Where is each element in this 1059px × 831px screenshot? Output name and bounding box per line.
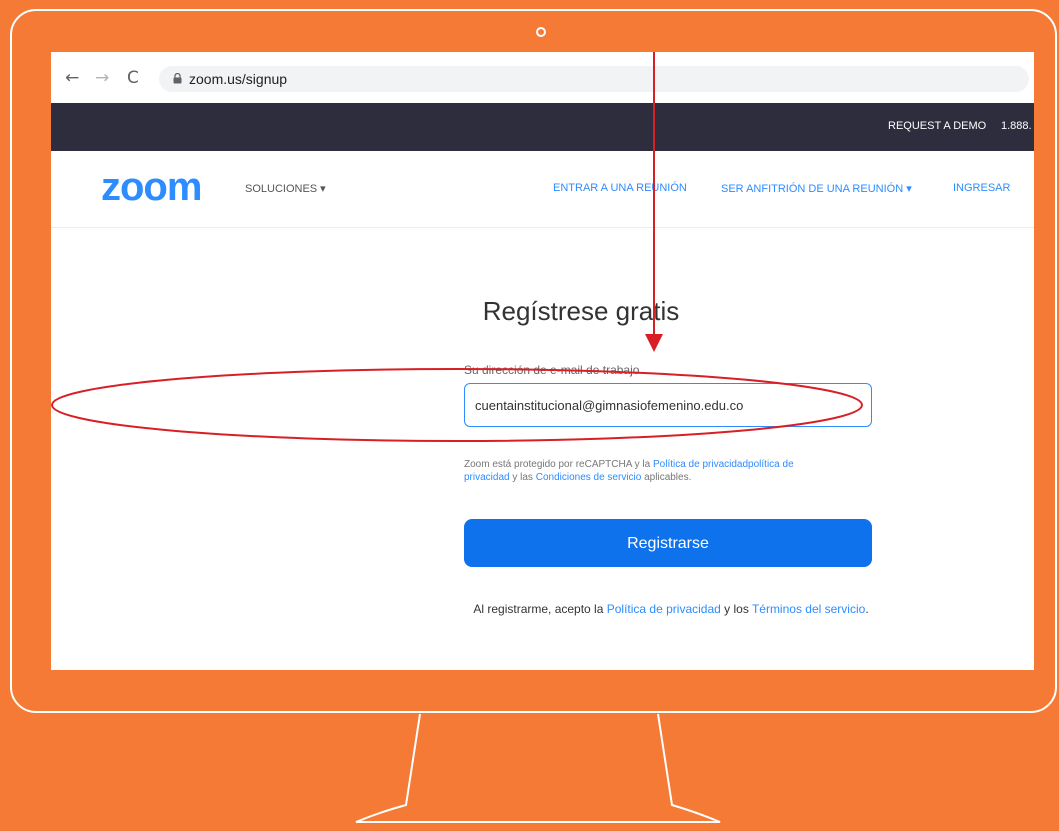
zoom-logo[interactable]: zoom	[101, 165, 202, 210]
captcha-note: Zoom está protegido por reCAPTCHA y la P…	[464, 459, 794, 483]
email-label: Su dirección de e-mail de trabajo	[464, 363, 640, 377]
sign-in-link[interactable]: INGRESAR	[953, 182, 1010, 194]
lock-icon	[173, 73, 182, 84]
register-button[interactable]: Registrarse	[464, 519, 872, 567]
camera-icon	[536, 27, 546, 37]
legal-note: Al registrarme, acepto la Política de pr…	[473, 602, 869, 616]
solutions-menu[interactable]: SOLUCIONES ▾	[245, 182, 326, 195]
legal-terms-link[interactable]: Términos del servicio	[752, 602, 865, 616]
forward-arrow-icon[interactable]: →	[95, 68, 109, 88]
browser-window: ← → C zoom.us/signup REQUEST A DEMO 1.88…	[51, 52, 1034, 670]
join-meeting-link[interactable]: ENTRAR A UNA REUNIÓN	[553, 182, 687, 194]
url-text: zoom.us/signup	[189, 71, 288, 87]
legal-privacy-link[interactable]: Política de privacidad	[607, 602, 721, 616]
reload-icon[interactable]: C	[127, 68, 139, 88]
browser-toolbar: ← → C zoom.us/signup	[51, 52, 1034, 104]
address-bar[interactable]: zoom.us/signup	[159, 66, 1029, 92]
page-title: Regístrese gratis	[482, 296, 680, 326]
email-input[interactable]	[464, 383, 872, 427]
terms-of-service-link[interactable]: Condiciones de servicio	[536, 472, 642, 483]
top-strip: REQUEST A DEMO 1.888.	[51, 103, 1034, 151]
phone-number[interactable]: 1.888.	[1001, 120, 1032, 132]
annotation-arrow-head	[645, 334, 663, 352]
host-meeting-menu[interactable]: SER ANFITRIÓN DE UNA REUNIÓN ▾	[721, 182, 912, 195]
back-arrow-icon[interactable]: ←	[65, 68, 79, 88]
zoom-navbar: zoom SOLUCIONES ▾ ENTRAR A UNA REUNIÓN S…	[51, 151, 1034, 228]
request-demo-link[interactable]: REQUEST A DEMO	[888, 120, 986, 132]
